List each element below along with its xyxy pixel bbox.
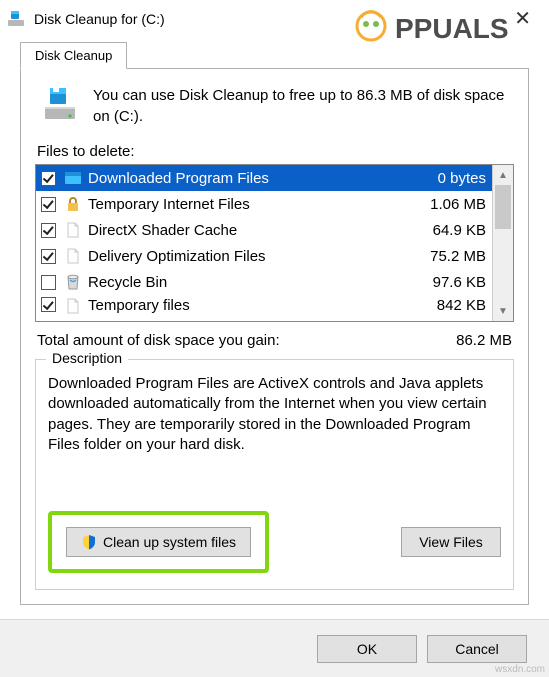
file-size: 97.6 KB <box>425 274 486 291</box>
checkbox[interactable] <box>41 171 56 186</box>
drive-icon <box>41 85 79 123</box>
total-row: Total amount of disk space you gain: 86.… <box>37 332 512 349</box>
cancel-label: Cancel <box>455 641 499 657</box>
source-watermark: wsxdn.com <box>495 664 545 675</box>
scroll-up-button[interactable]: ▲ <box>493 165 513 185</box>
cancel-button[interactable]: Cancel <box>427 635 527 663</box>
tabstrip: Disk Cleanup <box>20 41 529 68</box>
files-to-delete-label: Files to delete: <box>37 143 514 160</box>
intro-text: You can use Disk Cleanup to free up to 8… <box>93 85 514 127</box>
highlight-annotation: Clean up system files <box>48 511 269 573</box>
tab-disk-cleanup[interactable]: Disk Cleanup <box>20 42 127 69</box>
scroll-down-button[interactable]: ▼ <box>493 301 513 321</box>
description-group-title: Description <box>46 350 128 366</box>
scrollbar[interactable]: ▲ ▼ <box>492 165 513 321</box>
titlebar: Disk Cleanup for (C:) ✕ <box>0 0 549 37</box>
file-list: Downloaded Program Files0 bytesTemporary… <box>35 164 514 322</box>
file-name: DirectX Shader Cache <box>88 222 425 239</box>
file-name: Downloaded Program Files <box>88 170 430 187</box>
checkbox[interactable] <box>41 197 56 212</box>
tab-panel: You can use Disk Cleanup to free up to 8… <box>20 68 529 605</box>
file-size: 64.9 KB <box>425 222 486 239</box>
ok-label: OK <box>357 641 377 657</box>
checkbox[interactable] <box>41 297 56 312</box>
checkbox[interactable] <box>41 223 56 238</box>
file-type-icon <box>64 221 82 239</box>
checkbox[interactable] <box>41 249 56 264</box>
scroll-track[interactable] <box>493 185 513 301</box>
ok-button[interactable]: OK <box>317 635 417 663</box>
checkbox[interactable] <box>41 275 56 290</box>
file-size: 842 KB <box>429 297 486 314</box>
window-title: Disk Cleanup for (C:) <box>34 11 506 27</box>
file-list-row[interactable]: Temporary files842 KB <box>36 295 492 319</box>
description-group: Description Downloaded Program Files are… <box>35 359 514 590</box>
file-type-icon <box>64 169 82 187</box>
dialog-footer: OK Cancel <box>0 619 549 677</box>
file-name: Temporary files <box>88 297 429 314</box>
file-list-row[interactable]: Recycle Bin97.6 KB <box>36 269 492 295</box>
file-list-row[interactable]: DirectX Shader Cache64.9 KB <box>36 217 492 243</box>
disk-cleanup-icon <box>6 9 26 29</box>
description-button-row: Clean up system files View Files <box>48 511 501 573</box>
file-list-row[interactable]: Downloaded Program Files0 bytes <box>36 165 492 191</box>
file-name: Recycle Bin <box>88 274 425 291</box>
close-button[interactable]: ✕ <box>506 6 539 31</box>
file-type-icon <box>64 297 82 315</box>
file-type-icon <box>64 273 82 291</box>
view-files-label: View Files <box>419 534 483 550</box>
total-label: Total amount of disk space you gain: <box>37 332 456 349</box>
view-files-button[interactable]: View Files <box>401 527 501 557</box>
uac-shield-icon <box>81 534 97 550</box>
file-name: Delivery Optimization Files <box>88 248 422 265</box>
cleanup-system-files-button[interactable]: Clean up system files <box>66 527 251 557</box>
file-type-icon <box>64 247 82 265</box>
intro-block: You can use Disk Cleanup to free up to 8… <box>35 85 514 127</box>
description-text: Downloaded Program Files are ActiveX con… <box>48 374 501 455</box>
file-list-row[interactable]: Temporary Internet Files1.06 MB <box>36 191 492 217</box>
file-list-row[interactable]: Delivery Optimization Files75.2 MB <box>36 243 492 269</box>
total-value: 86.2 MB <box>456 332 512 349</box>
file-size: 75.2 MB <box>422 248 486 265</box>
cleanup-system-files-label: Clean up system files <box>103 534 236 550</box>
file-type-icon <box>64 195 82 213</box>
file-size: 0 bytes <box>430 170 486 187</box>
scroll-thumb[interactable] <box>495 185 511 229</box>
file-size: 1.06 MB <box>422 196 486 213</box>
file-name: Temporary Internet Files <box>88 196 422 213</box>
